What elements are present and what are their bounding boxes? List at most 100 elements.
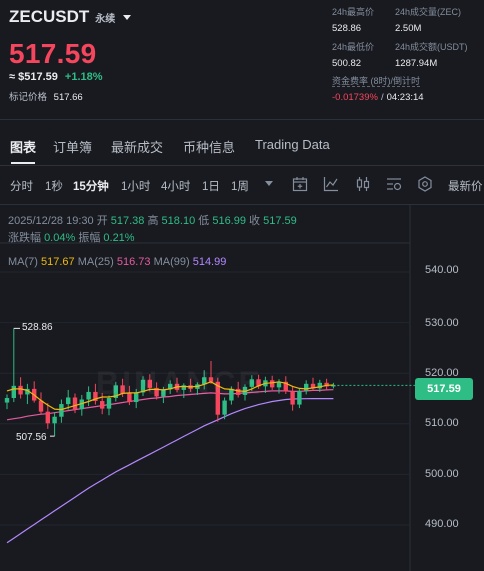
indicator-icon[interactable]: [292, 176, 308, 192]
stat-label: 24h成交额(USDT): [395, 42, 468, 52]
ohlc-change: 0.04%: [44, 232, 76, 244]
ohlc-amp-label: 振幅: [78, 232, 101, 244]
ma99-value: 514.99: [192, 256, 227, 268]
candle-body: [86, 391, 91, 400]
market-header: ZECUSDT 永续 517.59 ≈ $517.59 +1.18% 标记价格 …: [0, 0, 484, 118]
interval-4h[interactable]: 4小时: [161, 178, 190, 194]
ohlc-close: 517.59: [263, 215, 297, 227]
funding-rate-row: -0.01739%/04:23:14: [332, 92, 424, 103]
usd-price-row: ≈ $517.59 +1.18%: [9, 71, 103, 83]
active-tab-indicator: [11, 162, 35, 164]
binance-watermark: BINANCE: [96, 365, 263, 401]
tab-chart[interactable]: 图表: [10, 137, 36, 156]
y-tick: 490.00: [425, 518, 459, 530]
ohlc-row-1: 2025/12/28 19:30 开 517.38 高 518.10 低 516…: [8, 213, 297, 230]
settings-icon[interactable]: [417, 176, 433, 192]
ohlc-low-label: 低: [198, 215, 210, 227]
depth-icon[interactable]: [386, 176, 402, 192]
stat-label: 24h成交量(ZEC): [395, 7, 462, 17]
stat-24h-volume-base: 24h成交量(ZEC) 2.50M: [395, 5, 461, 34]
ohlc-amp: 0.21%: [103, 232, 135, 244]
candle-body: [290, 391, 295, 405]
y-tick: 510.00: [425, 417, 459, 429]
interval-time[interactable]: 分时: [10, 178, 33, 194]
y-tick: 530.00: [425, 317, 459, 329]
candle-body: [18, 385, 23, 395]
ma25-label: MA(25): [77, 256, 114, 268]
latest-price-toggle[interactable]: 最新价: [448, 178, 483, 194]
candle-body: [270, 380, 275, 388]
interval-15m[interactable]: 15分钟: [73, 178, 109, 194]
stat-label: 24h最低价: [332, 42, 375, 52]
ma-legend: MA(7) 517.67 MA(25) 516.73 MA(99) 514.99: [8, 256, 226, 268]
candle-body: [4, 397, 10, 403]
candle-body: [59, 404, 64, 417]
contract-type-badge: 永续: [95, 13, 116, 25]
ma7-label: MA(7): [8, 256, 38, 268]
mark-price-label: 标记价格: [9, 92, 48, 103]
symbol-selector[interactable]: ZECUSDT 永续: [9, 7, 132, 27]
ohlc-high: 518.10: [161, 215, 196, 227]
interval-1s[interactable]: 1秒: [45, 178, 63, 194]
candle-body: [72, 397, 78, 410]
ohlc-low: 516.99: [212, 215, 246, 227]
ma99-label: MA(99): [153, 256, 190, 268]
low-marker-label: 507.56: [16, 432, 47, 443]
funding-separator: /: [380, 92, 384, 103]
interval-more-chevron-icon[interactable]: [265, 181, 273, 186]
stat-24h-volume-quote: 24h成交额(USDT) 1287.94M: [395, 40, 468, 69]
interval-1d[interactable]: 1日: [202, 178, 220, 194]
candle-body: [304, 383, 309, 391]
ohlc-open: 517.38: [110, 215, 145, 227]
mark-price-value: 517.66: [53, 92, 83, 103]
ohlc-change-label: 涨跌幅: [8, 232, 41, 244]
funding-countdown: 04:23:14: [386, 92, 424, 103]
candlestick-chart[interactable]: BINANCE 2025/12/28 19:30 开 517.38 高 518.…: [0, 205, 484, 571]
candle-type-icon[interactable]: [355, 176, 371, 192]
stat-24h-high: 24h最高价 528.86: [332, 5, 374, 34]
interval-bar: 分时 1秒 15分钟 1小时 4小时 1日 1周 最新价: [0, 166, 484, 204]
interval-1w[interactable]: 1周: [231, 178, 249, 194]
candle-body: [297, 390, 302, 405]
drawing-icon[interactable]: [323, 176, 339, 192]
stat-value: 528.86: [332, 23, 362, 34]
ma7-value: 517.67: [41, 256, 75, 268]
ohlc-row-2: 涨跌幅 0.04% 振幅 0.21%: [8, 230, 297, 247]
tab-orderbook[interactable]: 订单簿: [53, 137, 92, 156]
stat-value: 2.50M: [395, 23, 422, 34]
candle-body: [66, 397, 71, 405]
stat-24h-low: 24h最低价 500.82: [332, 40, 374, 69]
candle-body: [222, 400, 227, 415]
ohlc-open-label: 开: [96, 215, 108, 227]
change-percent: +1.18%: [64, 71, 103, 83]
ma25-value: 516.73: [116, 256, 151, 268]
last-price: 517.59: [9, 38, 97, 69]
stat-label: 24h最高价: [332, 7, 375, 17]
funding-label-text: 资金费率 (8时)/倒计时: [332, 76, 421, 87]
chevron-down-icon: [123, 14, 132, 20]
tab-recent-trades[interactable]: 最新成交: [111, 137, 163, 156]
mark-price-row[interactable]: 标记价格 517.66: [9, 89, 83, 103]
y-tick: 540.00: [425, 264, 459, 276]
candle-body: [45, 411, 50, 424]
tab-coin-info[interactable]: 币种信息: [183, 137, 235, 156]
candle-body: [11, 385, 16, 398]
high-marker-label: 528.86: [22, 322, 53, 333]
stat-value: 500.82: [332, 58, 362, 69]
symbol-name: ZECUSDT: [9, 7, 90, 26]
interval-1h[interactable]: 1小时: [121, 178, 150, 194]
tab-bar: 图表 订单簿 最新成交 币种信息 Trading Data: [0, 120, 484, 166]
candle-body: [100, 401, 105, 409]
stat-value: 1287.94M: [395, 58, 438, 69]
ohlc-info: 2025/12/28 19:30 开 517.38 高 518.10 低 516…: [8, 213, 297, 247]
usd-price: ≈ $517.59: [9, 71, 58, 83]
ohlc-datetime: 2025/12/28 19:30: [8, 215, 94, 227]
funding-rate-label[interactable]: 资金费率 (8时)/倒计时: [332, 74, 421, 87]
ohlc-high-label: 高: [147, 215, 159, 227]
current-price-tag: 517.59: [415, 378, 473, 400]
tab-trading-data[interactable]: Trading Data: [255, 137, 330, 152]
ohlc-close-label: 收: [249, 215, 261, 227]
y-tick: 500.00: [425, 468, 459, 480]
funding-rate-value: -0.01739%: [332, 92, 378, 103]
candle-body: [52, 416, 57, 424]
